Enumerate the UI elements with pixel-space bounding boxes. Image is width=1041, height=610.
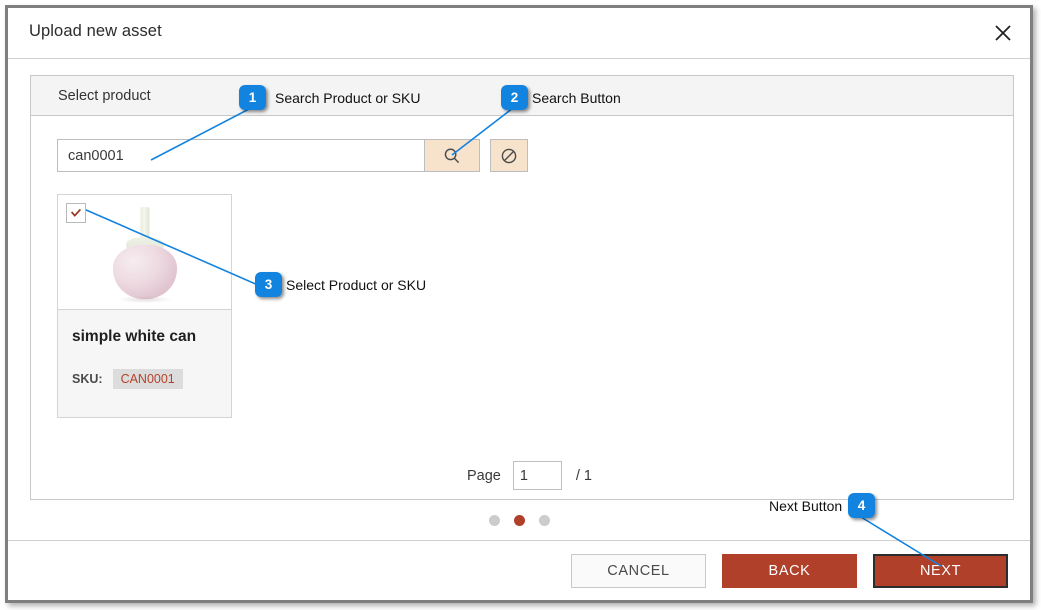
dialog-titlebar: Upload new asset xyxy=(8,8,1030,59)
upload-new-asset-dialog: Upload new asset Select product xyxy=(5,5,1033,603)
product-details: simple white can SKU: CAN0001 xyxy=(58,310,231,417)
search-input[interactable] xyxy=(57,139,425,172)
cancel-button[interactable]: CANCEL xyxy=(571,554,706,588)
check-icon xyxy=(69,206,83,220)
panel-header: Select product xyxy=(31,76,1013,116)
dialog-footer: CANCEL BACK NEXT xyxy=(8,540,1030,600)
screenshot-stage: Upload new asset Select product xyxy=(0,0,1041,610)
page-number-input[interactable] xyxy=(513,461,562,490)
page-total: / 1 xyxy=(576,468,592,484)
product-select-checkbox[interactable] xyxy=(66,203,86,223)
step-dot-2[interactable] xyxy=(514,515,525,526)
search-row xyxy=(57,139,528,172)
product-card[interactable]: simple white can SKU: CAN0001 xyxy=(57,194,232,418)
select-product-panel: Select product xyxy=(30,75,1014,500)
search-button[interactable] xyxy=(425,139,480,172)
next-button[interactable]: NEXT xyxy=(873,554,1008,588)
product-title: simple white can xyxy=(72,328,217,347)
close-icon[interactable] xyxy=(990,20,1016,46)
step-dot-3[interactable] xyxy=(539,515,550,526)
ban-icon xyxy=(500,147,518,165)
page-label: Page xyxy=(467,468,501,484)
back-button[interactable]: BACK xyxy=(722,554,857,588)
step-indicator xyxy=(8,515,1030,526)
product-sku-label: SKU: xyxy=(72,372,103,386)
panel-header-title: Select product xyxy=(58,88,151,104)
product-sku-row: SKU: CAN0001 xyxy=(72,369,217,389)
product-image-area xyxy=(58,195,231,310)
dialog-title: Upload new asset xyxy=(29,22,162,41)
product-sku-value: CAN0001 xyxy=(113,369,183,389)
panel-content: simple white can SKU: CAN0001 Page / 1 xyxy=(31,116,1013,499)
search-icon xyxy=(443,147,461,165)
pagination: Page / 1 xyxy=(467,461,592,490)
clear-search-button[interactable] xyxy=(490,139,528,172)
step-dot-1[interactable] xyxy=(489,515,500,526)
dialog-body: Select product xyxy=(8,59,1030,540)
